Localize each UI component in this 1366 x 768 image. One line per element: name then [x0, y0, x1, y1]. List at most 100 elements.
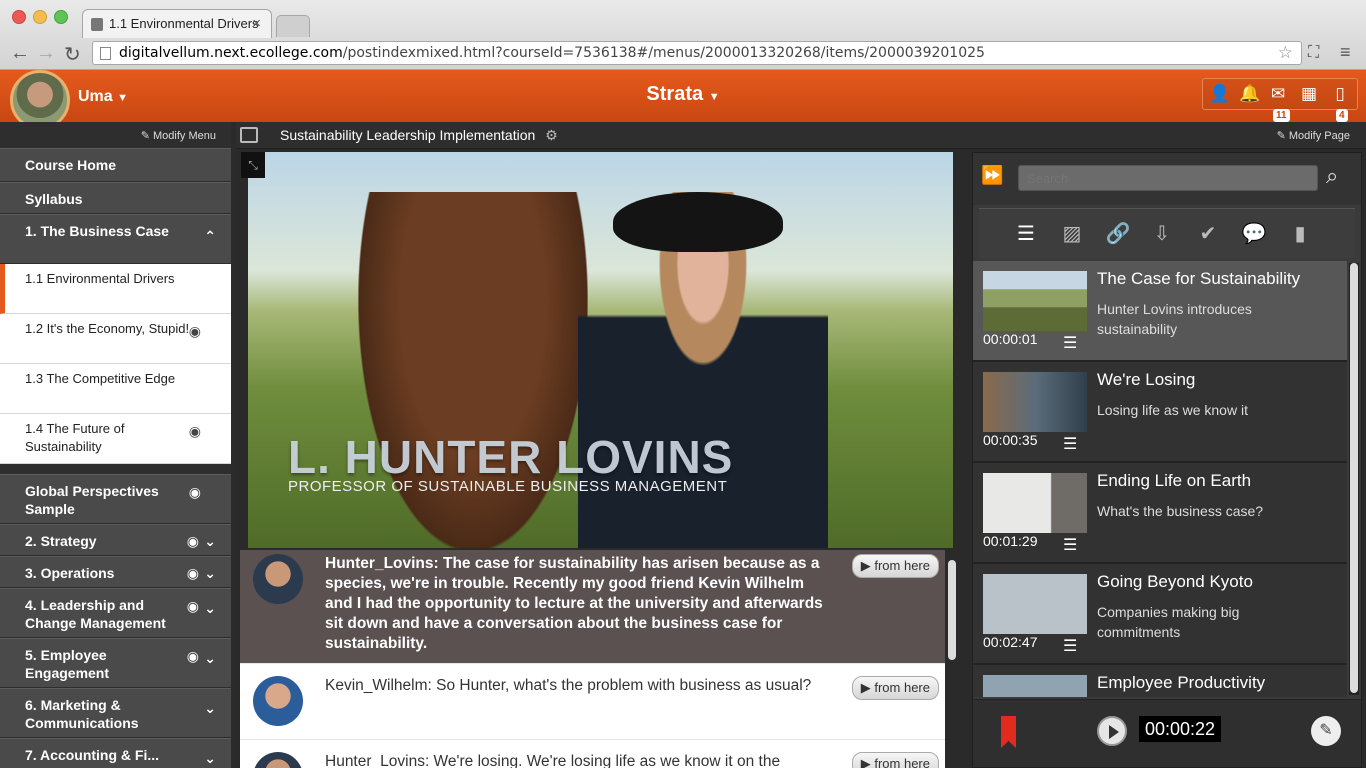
transcript-scrollbar[interactable]: [946, 552, 958, 768]
chapter-toolbar: ⏩ ⌕: [973, 153, 1361, 205]
chevron-down-icon: ⌄: [204, 700, 216, 716]
sidebar-section-global[interactable]: Global Perspectives Sample ◉: [0, 474, 231, 524]
transcript-row[interactable]: Kevin_Wilhelm: So Hunter, what's the pro…: [240, 664, 945, 740]
bookmark-icon[interactable]: [1001, 716, 1016, 748]
page-title: Sustainability Leadership Implementation: [280, 127, 536, 143]
sidebar-item-course-home[interactable]: Course Home: [0, 148, 231, 182]
sidebar-section-leadership[interactable]: 4. Leadership and Change Management ◉ ⌄: [0, 588, 231, 638]
transcript-row[interactable]: Hunter_Lovins: We're losing. We're losin…: [240, 740, 945, 768]
chapter-scrollbar[interactable]: [1349, 263, 1359, 695]
search-icon[interactable]: ⌕: [1326, 163, 1338, 189]
transcript-row[interactable]: Hunter_Lovins: The case for sustainabili…: [240, 550, 945, 664]
chapter-item[interactable]: 00:02:47 ☰ Going Beyond Kyoto Companies …: [973, 564, 1347, 665]
close-window-button[interactable]: [12, 10, 26, 24]
chapter-thumbnail: [983, 675, 1087, 697]
modify-menu-label: Modify Menu: [153, 130, 216, 142]
sidebar-section-strategy[interactable]: 2. Strategy ◉ ⌄: [0, 524, 231, 556]
modify-page-button[interactable]: ✎ Modify Page: [1277, 129, 1350, 142]
eye-icon: ◉: [186, 648, 199, 664]
reload-icon[interactable]: ↻: [64, 42, 81, 67]
chevron-down-icon: ⌄: [204, 533, 216, 549]
pencil-icon: ✎: [1276, 130, 1286, 142]
play-button[interactable]: [1097, 716, 1127, 746]
from-here-button[interactable]: ▶ from here: [851, 676, 939, 700]
sidebar-item-label: 7. Accounting & Fi...: [25, 747, 160, 763]
eye-icon: ◉: [186, 533, 199, 549]
calendar-icon[interactable]: ▦: [1300, 85, 1318, 103]
app-title-label: Strata: [646, 83, 704, 105]
sidebar-section-business-case[interactable]: 1. The Business Case ⌃: [0, 214, 231, 264]
sidebar-item-label: Global Perspectives Sample: [25, 483, 159, 517]
tab-title: 1.1 Environmental Drivers: [109, 16, 259, 31]
gear-icon[interactable]: ⚙: [545, 127, 558, 143]
chapter-item[interactable]: 00:01:29 ☰ Ending Life on Earth What's t…: [973, 463, 1347, 564]
sidebar-item-label: 3. Operations: [25, 565, 115, 581]
scrollbar-thumb[interactable]: [1350, 263, 1358, 693]
zoom-window-button[interactable]: [54, 10, 68, 24]
sidebar-item-label: 1.1 Environmental Drivers: [25, 271, 175, 286]
expand-icon[interactable]: [240, 127, 258, 143]
list-icon[interactable]: ☰: [1063, 333, 1077, 353]
modify-menu-button[interactable]: ✎ Modify Menu: [0, 122, 231, 148]
collapse-icon[interactable]: ⤡: [241, 152, 265, 178]
sidebar-subitem-1-3[interactable]: 1.3 The Competitive Edge: [0, 364, 231, 414]
list-icon[interactable]: ☰: [1007, 217, 1045, 251]
chapter-panel: ⏩ ⌕ ☰ ▨ 🔗 ⇩ ✔ 💬 ▮ 00:00:01 ☰ The Case fo…: [972, 152, 1362, 768]
from-here-button[interactable]: ▶ from here: [851, 752, 939, 768]
sidebar-subitem-1-4[interactable]: 1.4 The Future of Sustainability ◉: [0, 414, 231, 464]
mail-count-badge: 11: [1273, 109, 1290, 122]
minimize-window-button[interactable]: [33, 10, 47, 24]
transcript-text: Hunter_Lovins: We're losing. We're losin…: [325, 753, 781, 768]
list-icon[interactable]: ☰: [1063, 535, 1077, 555]
list-icon[interactable]: ☰: [1063, 636, 1077, 656]
checkmark-icon[interactable]: ✔: [1189, 217, 1227, 251]
chapter-thumbnail: [983, 473, 1087, 533]
eye-icon: ◉: [188, 323, 201, 339]
new-tab-button[interactable]: [276, 15, 310, 37]
chapter-time: 00:00:01: [983, 331, 1038, 347]
sidebar-section-employee[interactable]: 5. Employee Engagement ◉ ⌄: [0, 638, 231, 688]
chapter-thumbnail: [983, 372, 1087, 432]
sidebar-section-marketing[interactable]: 6. Marketing & Communications ⌄: [0, 688, 231, 738]
bell-icon[interactable]: 🔔: [1239, 85, 1260, 103]
person-icon[interactable]: 👤: [1209, 85, 1230, 103]
avatar: [253, 676, 303, 726]
search-input[interactable]: [1018, 165, 1318, 191]
fullscreen-icon[interactable]: ⛶: [1308, 44, 1319, 62]
browser-tab[interactable]: 1.1 Environmental Drivers ×: [82, 9, 272, 38]
chapter-item[interactable]: Employee Productivity: [973, 665, 1347, 697]
mail-icon[interactable]: ✉: [1269, 85, 1287, 103]
video-player[interactable]: L. HUNTER LOVINS PROFESSOR OF SUSTAINABL…: [248, 152, 953, 548]
bookmark-icon[interactable]: ▮: [1281, 217, 1319, 251]
sidebar-item-syllabus[interactable]: Syllabus: [0, 182, 231, 214]
menu-icon[interactable]: ≡: [1340, 42, 1351, 63]
sidebar-subitem-1-1[interactable]: 1.1 Environmental Drivers: [0, 264, 231, 314]
sidebar-section-accounting[interactable]: 7. Accounting & Fi... ⌄: [0, 738, 231, 768]
from-here-label: from here: [874, 756, 930, 768]
tab-close-icon[interactable]: ×: [252, 15, 261, 32]
forward-arrow-icon[interactable]: →: [36, 42, 56, 65]
download-icon[interactable]: ⇩: [1143, 217, 1181, 251]
document-icon[interactable]: ▯: [1331, 85, 1349, 103]
eye-icon: ◉: [188, 484, 201, 500]
pencil-icon[interactable]: ✎: [1311, 716, 1341, 746]
sidebar-section-operations[interactable]: 3. Operations ◉ ⌄: [0, 556, 231, 588]
chapter-thumbnail: [983, 271, 1087, 331]
comment-icon[interactable]: 💬: [1235, 217, 1273, 251]
bookmark-star-icon[interactable]: ☆: [1278, 43, 1293, 63]
collapse-panel-icon[interactable]: ⏩: [981, 165, 1003, 186]
from-here-button[interactable]: ▶ from here: [851, 554, 939, 578]
sidebar-subitem-1-2[interactable]: 1.2 It's the Economy, Stupid! ◉: [0, 314, 231, 364]
link-icon[interactable]: 🔗: [1099, 217, 1137, 251]
chapter-tabs: ☰ ▨ 🔗 ⇩ ✔ 💬 ▮: [979, 208, 1355, 258]
chapter-item[interactable]: 00:00:35 ☰ We're Losing Losing life as w…: [973, 362, 1347, 463]
scrollbar-thumb[interactable]: [948, 560, 956, 660]
chapter-item[interactable]: 00:00:01 ☰ The Case for Sustainability H…: [973, 261, 1347, 362]
pencil-icon: ✎: [140, 130, 150, 142]
image-icon[interactable]: ▨: [1053, 217, 1091, 251]
sidebar-item-label: 2. Strategy: [25, 533, 97, 549]
back-arrow-icon[interactable]: ←: [10, 42, 30, 65]
app-title[interactable]: Strata ▼: [0, 83, 1366, 106]
address-bar[interactable]: digitalvellum.next.ecollege.com/postinde…: [92, 41, 1302, 65]
list-icon[interactable]: ☰: [1063, 434, 1077, 454]
